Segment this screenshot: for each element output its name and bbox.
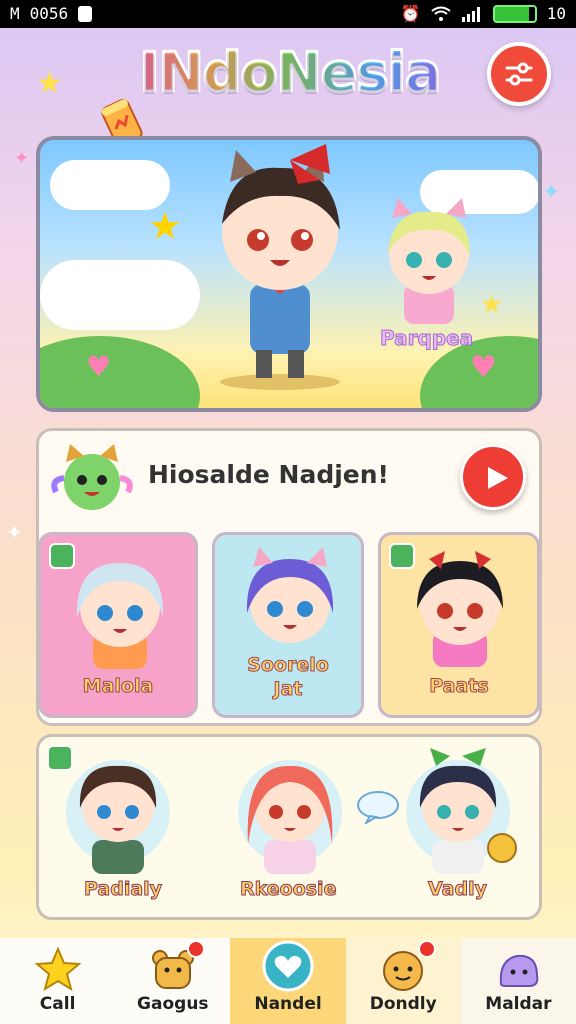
character-label: Vadly	[428, 878, 488, 901]
battery-icon	[492, 4, 537, 23]
heart-decoration-icon: ♥	[470, 350, 497, 385]
status-right-text: 10	[546, 4, 566, 23]
cloud-decoration	[50, 160, 170, 210]
nav-label: Gaogus	[137, 994, 209, 1014]
bush-decoration	[40, 336, 200, 408]
character-card[interactable]: Paats	[378, 532, 540, 718]
nav-item-nandel[interactable]: Nandel	[230, 938, 346, 1024]
bottom-nav: Call Gaogus Nandel Dondly Maldar	[0, 938, 576, 1024]
nav-label: Maldar	[485, 994, 552, 1014]
settings-button[interactable]	[487, 42, 551, 106]
heart-icon	[262, 940, 314, 992]
character-portrait[interactable]	[234, 748, 346, 876]
sliders-icon	[505, 62, 533, 86]
heart-decoration-icon: ♥	[86, 350, 112, 383]
character-portrait[interactable]	[402, 748, 520, 876]
nav-item-gaogus[interactable]: Gaogus	[115, 938, 231, 1024]
hero-banner[interactable]: ★ ★ ♥ ♥ Parqpea	[36, 136, 542, 412]
speech-bubble-icon	[357, 791, 399, 824]
status-bar: M 0056 ⏰ 10	[0, 0, 576, 28]
blob-icon	[500, 954, 539, 987]
notification-icon	[78, 5, 93, 22]
nav-label: Nandel	[254, 994, 322, 1014]
app-title: INdoNesia	[120, 36, 460, 110]
character-portrait[interactable]	[62, 748, 174, 876]
nav-label: Dondly	[369, 994, 437, 1014]
star-icon	[34, 946, 81, 992]
card-label: Malola	[82, 675, 154, 698]
secondary-character-illustration	[388, 198, 470, 324]
character-portrait	[246, 547, 334, 643]
notification-badge	[187, 940, 206, 958]
wifi-icon	[431, 6, 451, 21]
play-button[interactable]	[460, 444, 526, 510]
nav-label: Call	[39, 994, 76, 1014]
sparkle-decoration-icon: ✦	[14, 148, 30, 169]
welcome-text: Hiosalde Nadjen!	[148, 460, 389, 489]
nav-item-call[interactable]: Call	[0, 938, 116, 1024]
signal-icon	[461, 6, 480, 22]
alarm-icon: ⏰	[400, 4, 421, 23]
character-card[interactable]: Soorelo Jat	[212, 532, 364, 718]
character-portrait	[417, 551, 503, 667]
play-icon	[488, 467, 508, 489]
app-title-container: INdoNesia	[120, 36, 460, 110]
nav-item-dondly[interactable]: Dondly	[345, 938, 461, 1024]
nav-item-maldar[interactable]: Maldar	[460, 938, 576, 1024]
cloud-decoration	[40, 260, 200, 330]
star-decoration-icon: ★	[148, 204, 183, 248]
notification-badge	[417, 940, 436, 958]
hero-character-name: Parqpea	[379, 326, 474, 351]
sparkle-decoration-icon: ✦	[542, 180, 561, 205]
character-card[interactable]: Malola	[38, 532, 198, 718]
card-label: Paats	[429, 675, 489, 698]
main-character-illustration	[220, 144, 340, 390]
character-label: Padialy	[83, 878, 163, 901]
character-portrait	[76, 563, 164, 669]
carrier-text: M	[10, 4, 20, 23]
character-label: Rkeoosie	[239, 878, 337, 901]
sparkle-decoration-icon: ✦	[6, 520, 23, 544]
star-decoration-icon: ★	[36, 66, 63, 101]
mascot-icon	[51, 444, 133, 510]
clock-text: 0056	[29, 4, 69, 23]
card-label: Soorelo Jat	[247, 654, 330, 701]
